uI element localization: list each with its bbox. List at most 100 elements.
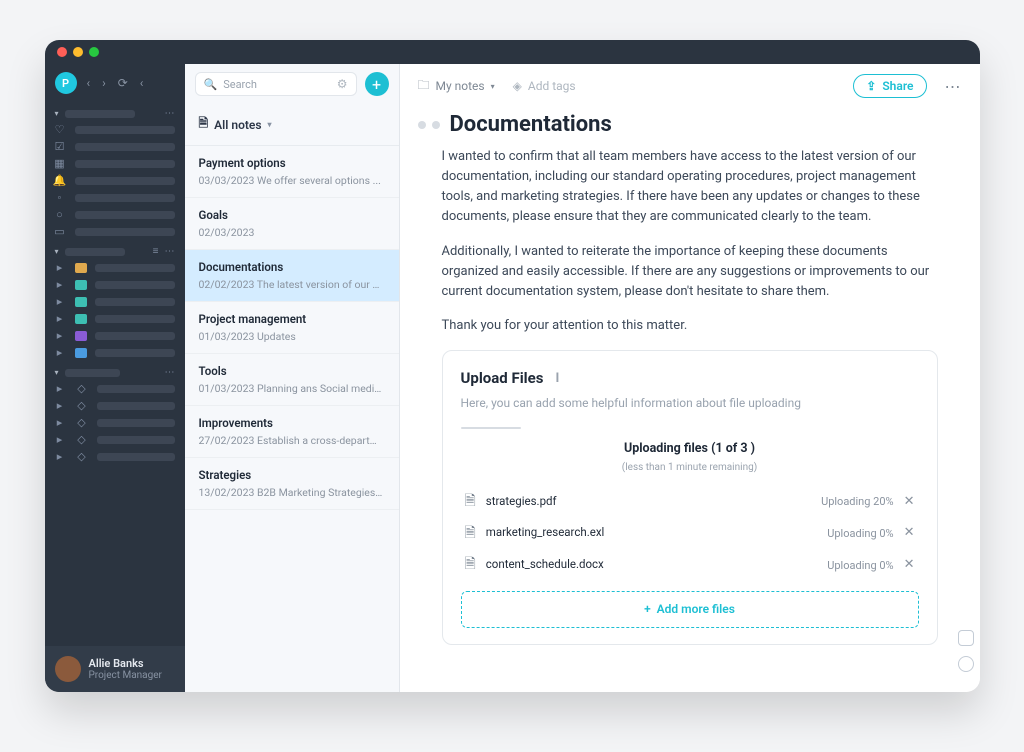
note-title: Goals	[199, 208, 385, 222]
note-title: Improvements	[199, 416, 385, 430]
rail-tag[interactable]: ▸◇	[45, 431, 185, 448]
filter-icon[interactable]: ⚙	[337, 77, 348, 91]
note-item[interactable]: Documentations 02/02/2023 The latest vers…	[185, 250, 399, 302]
search-icon: 🔍	[204, 78, 218, 91]
note-list-header[interactable]: 🗎 All notes ▾	[185, 104, 399, 146]
note-snippet: 03/03/2023 We offer several options ...	[199, 174, 385, 187]
note-title: Payment options	[199, 156, 385, 170]
rail-folder[interactable]: ▸	[45, 293, 185, 310]
document-title: Documentations	[450, 112, 612, 137]
rail-folder[interactable]: ▸	[45, 276, 185, 293]
rail-folder[interactable]: ▸	[45, 344, 185, 361]
chevron-down-icon: ▾	[268, 120, 272, 129]
rail-section-1[interactable]: ▾ ⋯	[45, 102, 185, 121]
nav-back-icon[interactable]: ‹	[87, 76, 91, 90]
rail-item[interactable]: ☑	[45, 138, 185, 155]
note-title: Tools	[199, 364, 385, 378]
note-snippet: 02/03/2023	[199, 226, 385, 239]
file-status: Uploading 0%	[827, 557, 893, 574]
upload-card: Upload Files I Here, you can add some he…	[442, 350, 938, 644]
file-status: Uploading 20%	[821, 493, 894, 510]
remove-file-button[interactable]: ✕	[904, 492, 915, 512]
rail-section-2[interactable]: ▾ ≡⋯	[45, 240, 185, 259]
globe-icon[interactable]	[958, 656, 974, 672]
upload-file-row: 🗎strategies.pdfUploading 20%✕	[461, 486, 919, 518]
breadcrumb-label: My notes	[436, 79, 485, 93]
rail-item[interactable]: ▭	[45, 223, 185, 240]
plus-icon: +	[644, 602, 651, 616]
add-more-files-button[interactable]: + Add more files	[461, 591, 919, 628]
rail-item[interactable]: ○	[45, 206, 185, 223]
note-item[interactable]: Tools 01/03/2023 Planning ans Social medi…	[185, 354, 399, 406]
note-snippet: 02/02/2023 The latest version of our doc…	[199, 278, 385, 291]
main-panel: 🗀 My notes ▾ ◈ Add tags ⇪ Share ⋯	[400, 64, 980, 692]
nav-forward-icon[interactable]: ›	[102, 76, 106, 90]
share-button[interactable]: ⇪ Share	[853, 74, 926, 98]
rail-item[interactable]: 🔔	[45, 172, 185, 189]
file-name: strategies.pdf	[486, 493, 811, 511]
breadcrumb[interactable]: 🗀 My notes ▾	[418, 76, 495, 97]
share-label: Share	[882, 79, 913, 93]
file-status: Uploading 0%	[827, 525, 893, 542]
note-snippet: 01/03/2023 Planning ans Social media ...	[199, 382, 385, 395]
right-gutter	[958, 630, 974, 672]
add-more-label: Add more files	[657, 602, 735, 616]
user-card[interactable]: Allie Banks Project Manager	[45, 646, 185, 692]
folder-icon: 🗀	[418, 76, 430, 97]
note-item[interactable]: Improvements27/02/2023 Establish a cross…	[185, 406, 399, 458]
file-name: content_schedule.docx	[486, 556, 817, 574]
rail-item[interactable]: ◦	[45, 189, 185, 206]
more-menu-button[interactable]: ⋯	[945, 77, 962, 96]
collapse-icon[interactable]: ‹	[140, 76, 144, 90]
user-avatar	[55, 656, 81, 682]
upload-file-row: 🗎 content_schedule.docx Uploading 0% ✕	[461, 549, 919, 581]
refresh-icon[interactable]: ⟳	[118, 76, 128, 90]
upload-heading-sub: (less than 1 minute remaining)	[461, 460, 919, 476]
note-title: Strategies	[199, 468, 385, 482]
upload-title: Upload Files	[461, 367, 544, 390]
note-item[interactable]: Payment options 03/03/2023 We offer sever…	[185, 146, 399, 198]
window-maximize[interactable]	[89, 47, 99, 57]
notes-icon: 🗎	[199, 114, 209, 135]
rail-tag[interactable]: ▸◇	[45, 414, 185, 431]
window-close[interactable]	[57, 47, 67, 57]
user-name: Allie Banks	[89, 657, 162, 670]
add-tags-button[interactable]: ◈ Add tags	[513, 79, 576, 93]
search-placeholder: Search	[223, 78, 257, 91]
note-snippet: 13/02/2023 B2B Marketing Strategies ...	[199, 486, 385, 499]
new-note-button[interactable]: +	[365, 72, 389, 96]
rail-tag[interactable]: ▸◇	[45, 397, 185, 414]
note-snippet: 01/03/2023 Updates	[199, 330, 385, 343]
title-bar	[45, 40, 980, 64]
share-icon: ⇪	[866, 79, 876, 93]
rail-tag[interactable]: ▸◇	[45, 380, 185, 397]
file-name: marketing_research.exl	[486, 524, 817, 542]
remove-file-button[interactable]: ✕	[904, 555, 915, 575]
file-icon: 🗎	[465, 523, 476, 545]
note-title: Documentations	[199, 260, 385, 274]
rail-section-3[interactable]: ▾ ⋯	[45, 361, 185, 380]
note-list-title: All notes	[214, 118, 261, 132]
note-title: Project management	[199, 312, 385, 326]
chevron-down-icon: ▾	[491, 82, 495, 91]
workspace-avatar[interactable]: P	[55, 72, 77, 94]
search-input[interactable]: 🔍 Search ⚙	[195, 72, 357, 96]
rail-tag[interactable]: ▸◇	[45, 448, 185, 465]
note-item[interactable]: Project management 01/03/2023 Updates	[185, 302, 399, 354]
note-item[interactable]: Strategies 13/02/2023 B2B Marketing Strat…	[185, 458, 399, 510]
window-minimize[interactable]	[73, 47, 83, 57]
upload-heading: Uploading files (1 of 3 )	[461, 439, 919, 458]
note-item[interactable]: Goals 02/03/2023	[185, 198, 399, 250]
remove-file-button[interactable]: ✕	[904, 523, 915, 543]
rail-folder[interactable]: ▸	[45, 259, 185, 276]
rail-folder[interactable]: ▸	[45, 327, 185, 344]
status-dots	[418, 121, 440, 129]
file-icon: 🗎	[465, 554, 476, 576]
aspect-icon[interactable]	[958, 630, 974, 646]
tag-icon: ◈	[513, 79, 522, 93]
rail-item[interactable]: ▦	[45, 155, 185, 172]
rail-item[interactable]: ♡	[45, 121, 185, 138]
text-cursor-icon: I	[555, 369, 559, 389]
left-rail: P ‹ › ⟳ ‹ ▾ ⋯ ♡ ☑ ▦ 🔔 ◦ ○ ▭ ▾ ≡⋯	[45, 64, 185, 692]
rail-folder[interactable]: ▸	[45, 310, 185, 327]
